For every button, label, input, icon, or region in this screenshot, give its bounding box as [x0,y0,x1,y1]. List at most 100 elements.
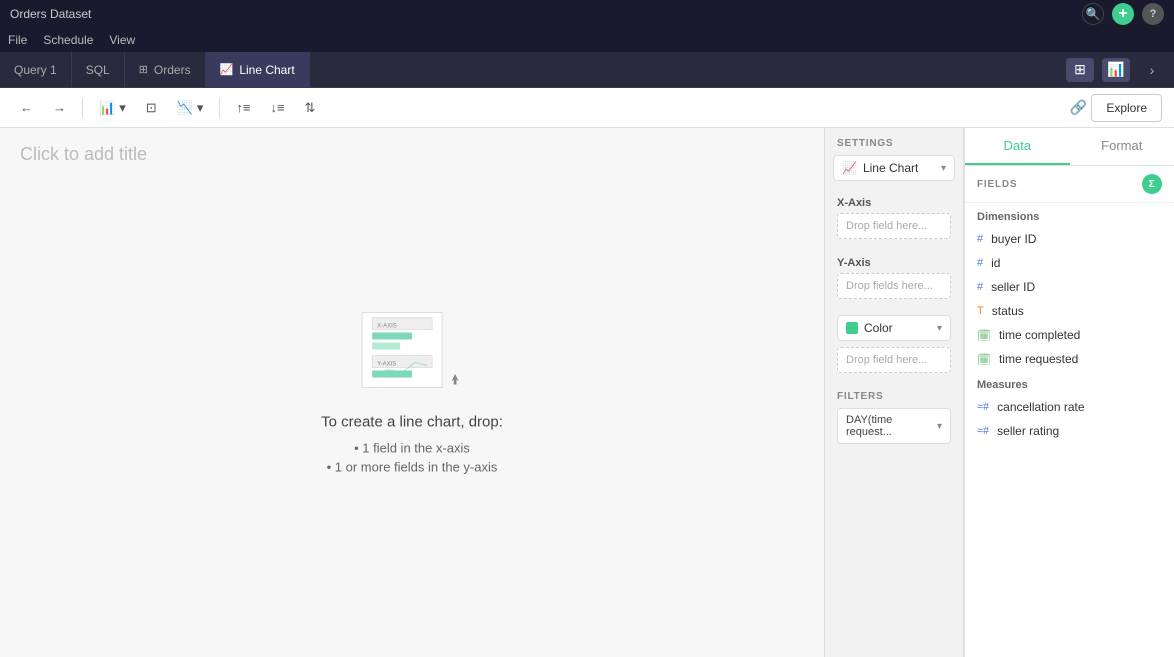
chevron-down-icon3: ▾ [941,163,946,174]
tab-data[interactable]: Data [965,128,1070,165]
field-type-icon: # [977,257,983,269]
area-chart-icon: 📉 [177,100,193,116]
menu-schedule[interactable]: Schedule [43,33,93,47]
line-chart-tab-icon: 📈 [220,63,234,76]
area-chart-btn[interactable]: 📉 ▾ [169,94,212,122]
tab-orders[interactable]: ⊞ Orders [125,52,206,87]
field-name: status [992,304,1024,318]
field-item[interactable]: 🗓time completed [965,323,1174,347]
settings-panel: SETTINGS 📈 Line Chart ▾ X-Axis Drop fiel… [824,128,964,657]
chart-type-selector[interactable]: 📈 Line Chart ▾ [833,155,955,181]
color-section: Color ▾ Drop field here... [825,311,963,385]
tab-sql[interactable]: SQL [72,52,125,87]
canvas-area: Click to add title X-AXIS Y-AXIS [0,128,824,657]
add-icon[interactable]: + [1112,3,1134,25]
grid-view-btn[interactable]: ⊞ [1066,58,1094,82]
search-icon[interactable]: 🔍 [1082,3,1104,25]
field-type-icon: 🗓 [977,353,991,366]
settings-header: SETTINGS [825,128,963,155]
add-title[interactable]: Click to add title [20,144,147,165]
bar-chart-icon: 📊 [99,100,115,116]
field-type-icon: 🗓 [977,329,991,342]
svg-text:X-AXIS: X-AXIS [377,323,397,329]
field-item[interactable]: ≈#seller rating [965,419,1174,443]
menu-bar: File Schedule View [0,28,1174,52]
top-bar-actions: 🔍 + ? [1082,3,1164,25]
table-icon2: ⊡ [146,100,157,116]
field-type-icon: # [977,233,983,245]
tab-query1-label: Query 1 [14,63,57,77]
x-axis-label: X-Axis [837,197,951,209]
sort-btn[interactable]: ⇅ [297,94,324,122]
sigma-btn[interactable]: Σ [1142,174,1162,194]
field-type-icon: ≈# [977,425,989,437]
chevron-down-icon2: ▾ [197,100,204,116]
drop-item1: • 1 field in the x-axis [321,440,503,455]
field-item[interactable]: # buyer ID [965,227,1174,251]
tab-line-chart[interactable]: 📈 Line Chart [206,52,310,87]
field-type-icon: ≈# [977,401,989,413]
field-type-icon: # [977,281,983,293]
sort-asc-icon: ↑≡ [236,100,250,115]
tab-sql-label: SQL [86,63,110,77]
color-selector[interactable]: Color ▾ [837,315,951,341]
back-btn[interactable]: ← [12,94,41,122]
x-axis-section: X-Axis Drop field here... [825,191,963,251]
fields-header: FIELDS Σ [965,166,1174,203]
field-item[interactable]: # id [965,251,1174,275]
field-item[interactable]: # seller ID [965,275,1174,299]
help-icon[interactable]: ? [1142,3,1164,25]
chevron-down-icon: ▾ [119,100,126,116]
chart-placeholder: X-AXIS Y-AXIS To create a l [321,307,503,478]
y-axis-label: Y-Axis [837,257,951,269]
chart-type-label: Line Chart [863,161,918,175]
field-name: buyer ID [991,232,1036,246]
x-axis-drop[interactable]: Drop field here... [837,213,951,239]
filter-tag[interactable]: DAY(time request... ▾ [837,408,951,444]
explore-btn[interactable]: Explore [1091,94,1162,122]
sort-asc-btn[interactable]: ↑≡ [228,94,258,122]
tab-format[interactable]: Format [1070,128,1174,165]
toolbar-sep1 [82,98,83,118]
sort-desc-icon: ↓≡ [270,100,284,115]
expand-btn[interactable]: › [1138,58,1166,82]
tab-orders-label: Orders [154,63,191,77]
color-label: Color [864,321,893,335]
app-title: Orders Dataset [10,7,91,21]
forward-btn[interactable]: → [45,94,74,122]
chart-view-btn[interactable]: 📊 [1102,58,1130,82]
filters-section: FILTERS DAY(time request... ▾ [825,385,963,450]
top-bar: Orders Dataset 🔍 + ? [0,0,1174,28]
link-icon[interactable]: 🔗 [1070,99,1087,116]
field-item[interactable]: 🗓time requested [965,347,1174,371]
filter-tag-label: DAY(time request... [846,414,933,438]
menu-file[interactable]: File [8,33,27,47]
sort-desc-btn[interactable]: ↓≡ [262,94,292,122]
fields-panel: Data Format FIELDS Σ Dimensions #buyer I… [964,128,1174,657]
table-view-btn[interactable]: ⊡ [138,94,165,122]
drop-title: To create a line chart, drop: [321,413,503,430]
field-name: cancellation rate [997,400,1084,414]
dimensions-list: # buyer ID # id # seller ID Tstatus🗓time compl… [965,227,1174,371]
sort-icon: ⇅ [305,100,316,116]
tab-query1[interactable]: Query 1 [0,52,72,87]
tab-end-buttons: ⊞ 📊 › [1058,52,1174,87]
chart-type-btn[interactable]: 📊 ▾ [91,94,134,122]
color-drop[interactable]: Drop field here... [837,347,951,373]
y-axis-drop[interactable]: Drop fields here... [837,273,951,299]
field-item[interactable]: Tstatus [965,299,1174,323]
tab-line-chart-label: Line Chart [239,63,294,77]
field-name: id [991,256,1000,270]
drop-item2: • 1 or more fields in the y-axis [321,459,503,474]
table-icon: ⊞ [139,63,148,76]
measures-list: ≈# cancellation rate ≈#seller rating [965,395,1174,443]
fields-tabs: Data Format [965,128,1174,166]
filter-chevron: ▾ [937,421,942,432]
drop-instructions: To create a line chart, drop: • 1 field … [321,413,503,478]
menu-view[interactable]: View [109,33,135,47]
field-item[interactable]: ≈# cancellation rate [965,395,1174,419]
toolbar-sep2 [219,98,220,118]
measures-label: Measures [965,371,1174,395]
field-name: seller ID [991,280,1035,294]
tab-bar: Query 1 SQL ⊞ Orders 📈 Line Chart ⊞ 📊 › [0,52,1174,88]
